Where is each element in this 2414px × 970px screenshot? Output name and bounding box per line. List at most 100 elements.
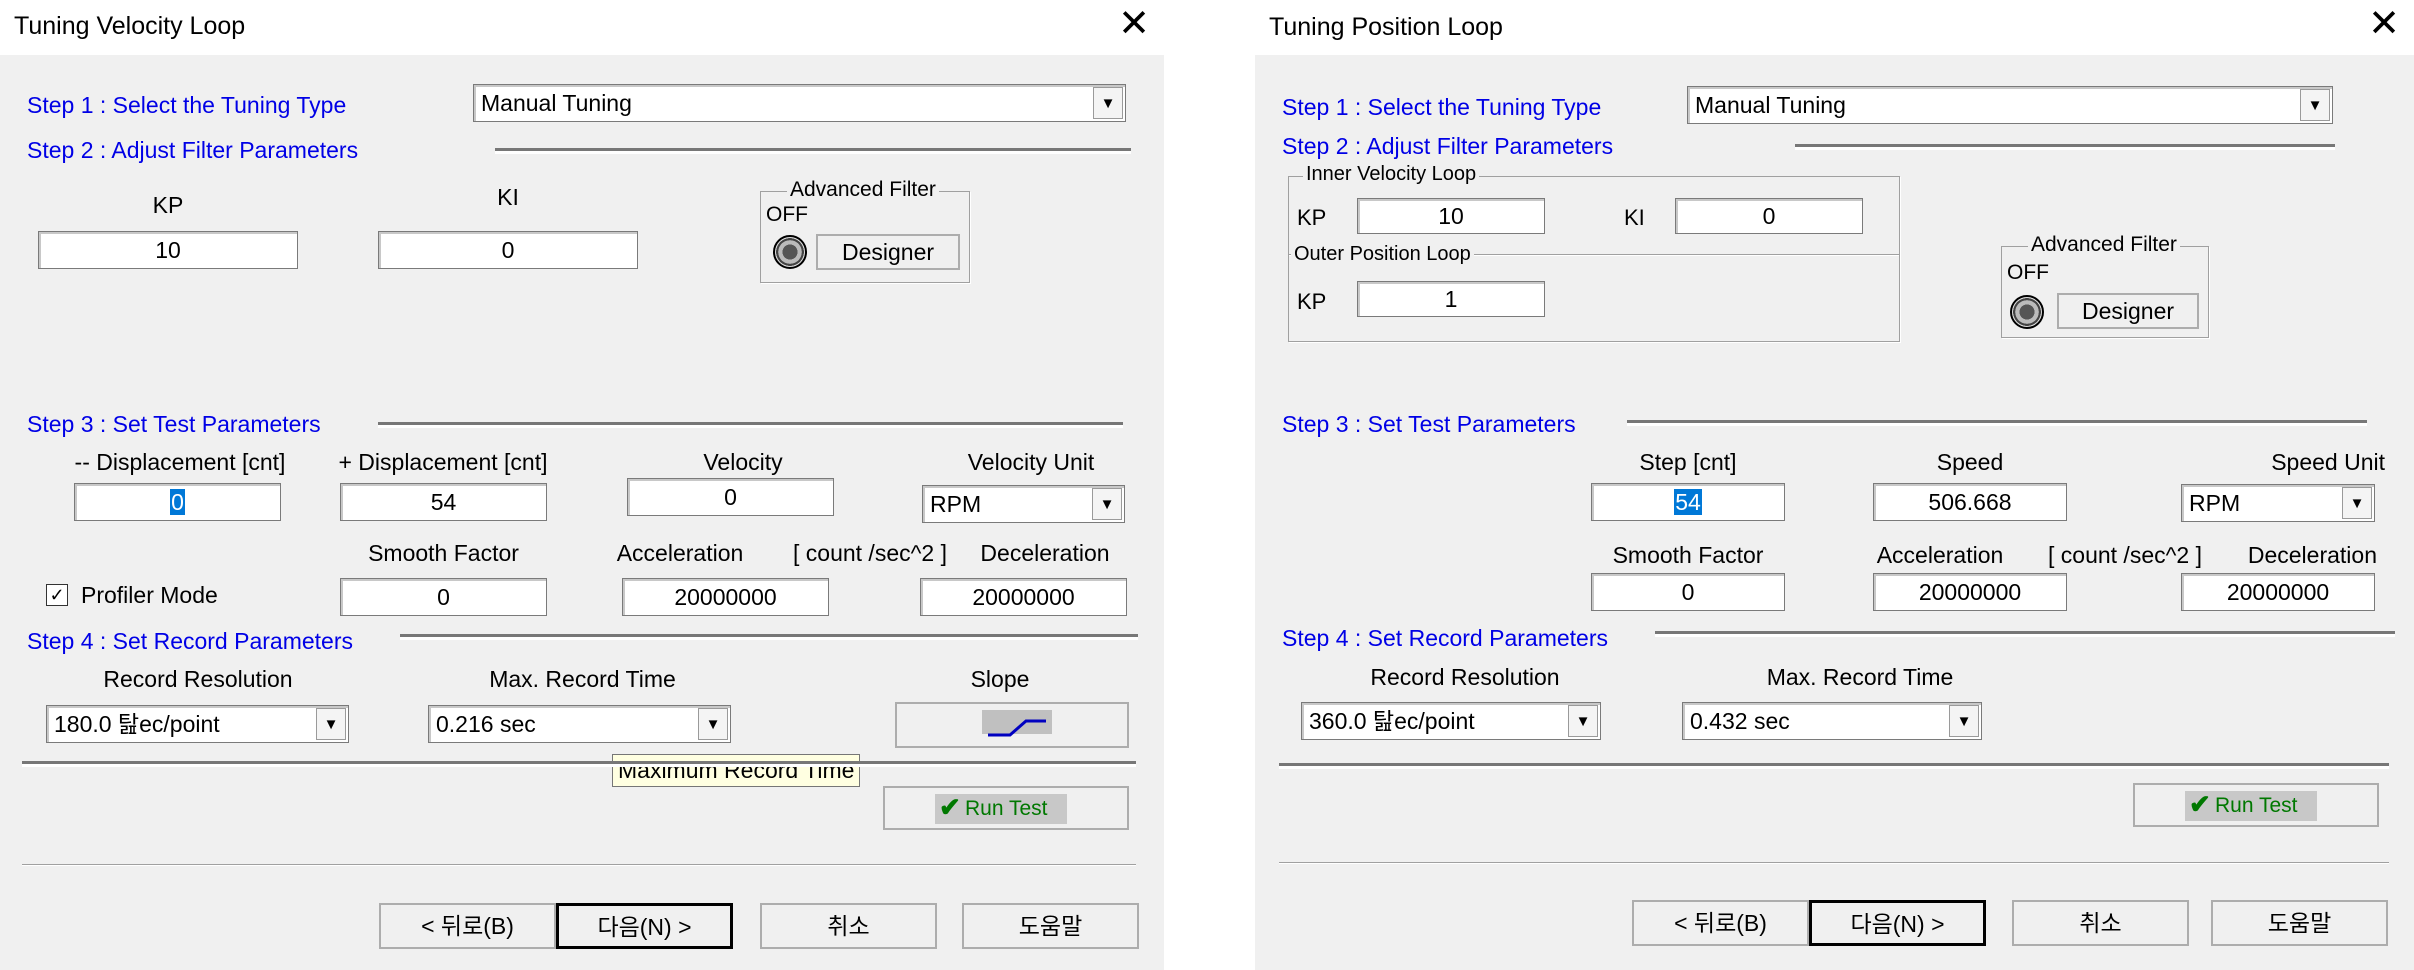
neg-displacement-label: -- Displacement [cnt] (74, 449, 286, 475)
close-icon[interactable]: ✕ (1118, 4, 1150, 44)
acceleration-input[interactable]: 20000000 (622, 578, 829, 616)
chevron-down-icon[interactable]: ▼ (316, 708, 346, 740)
max-record-time-label: Max. Record Time (1766, 664, 1954, 690)
ki-label: KI (497, 184, 519, 210)
step-cnt-value: 54 (1674, 489, 1702, 515)
tuning-type-value: Manual Tuning (481, 90, 632, 116)
checkmark-icon: ✔ (939, 792, 961, 822)
next-button[interactable]: 다음(N) > (556, 903, 733, 949)
deceleration-input[interactable]: 20000000 (2181, 573, 2375, 611)
title-bar: Tuning Position Loop ✕ (1255, 0, 2414, 55)
record-resolution-label: Record Resolution (1370, 664, 1560, 690)
help-button[interactable]: 도움말 (2211, 900, 2388, 946)
deceleration-label: Deceleration (980, 540, 1110, 566)
units-label: [ count /sec^2 ] (2048, 542, 2202, 568)
divider (1279, 763, 2389, 769)
led-indicator-icon (773, 235, 807, 269)
outer-kp-label: KP (1297, 289, 1327, 314)
deceleration-input[interactable]: 20000000 (920, 578, 1127, 616)
divider (22, 761, 1136, 767)
divider (22, 864, 1136, 866)
step4-label: Step 4 : Set Record Parameters (1282, 625, 1608, 651)
led-indicator-icon (2010, 295, 2044, 329)
divider (400, 634, 1138, 640)
step-cnt-label: Step [cnt] (1639, 449, 1737, 475)
step1-label: Step 1 : Select the Tuning Type (1282, 94, 1602, 120)
tooltip: Maximum Record Time (612, 754, 861, 787)
designer-button[interactable]: Designer (2057, 293, 2199, 329)
profiler-mode-label: Profiler Mode (81, 582, 218, 608)
velocity-unit-select[interactable]: RPM ▼ (922, 485, 1125, 523)
divider (1655, 631, 2395, 637)
background-gap (1164, 0, 1255, 970)
advanced-filter-title: Advanced Filter (787, 178, 939, 202)
chevron-down-icon[interactable]: ▼ (1093, 87, 1123, 119)
record-resolution-select[interactable]: 180.0 탎ec/point ▼ (46, 705, 349, 743)
acceleration-label: Acceleration (616, 540, 744, 566)
record-resolution-select[interactable]: 360.0 탎ec/point ▼ (1301, 702, 1601, 740)
dialog-title: Tuning Position Loop (1269, 13, 1503, 41)
chevron-down-icon[interactable]: ▼ (2342, 487, 2372, 519)
speed-input[interactable]: 506.668 (1873, 483, 2067, 521)
deceleration-label: Deceleration (2247, 542, 2377, 568)
inner-ki-input[interactable]: 0 (1675, 198, 1863, 234)
speed-label: Speed (1936, 449, 2004, 475)
divider (1279, 862, 2389, 864)
slope-button[interactable] (895, 702, 1129, 748)
velocity-label: Velocity (703, 449, 783, 475)
max-record-time-select[interactable]: 0.432 sec ▼ (1682, 702, 1982, 740)
cancel-button[interactable]: 취소 (760, 903, 937, 949)
cancel-button[interactable]: 취소 (2012, 900, 2189, 946)
units-label: [ count /sec^2 ] (793, 540, 947, 566)
chevron-down-icon[interactable]: ▼ (1092, 488, 1122, 520)
step1-label: Step 1 : Select the Tuning Type (27, 92, 347, 118)
chevron-down-icon[interactable]: ▼ (1949, 705, 1979, 737)
smooth-factor-input[interactable]: 0 (340, 578, 547, 616)
back-button[interactable]: < 뒤로(B) (379, 903, 556, 949)
tuning-type-select[interactable]: Manual Tuning ▼ (1687, 86, 2333, 124)
tuning-type-select[interactable]: Manual Tuning ▼ (473, 84, 1126, 122)
divider (1627, 420, 2367, 426)
outer-position-loop-title: Outer Position Loop (1291, 243, 1474, 266)
pos-displacement-input[interactable]: 54 (340, 483, 547, 521)
position-tuning-dialog: Tuning Position Loop ✕ Step 1 : Select t… (1255, 0, 2414, 970)
back-button[interactable]: < 뒤로(B) (1632, 900, 1809, 946)
smooth-factor-input[interactable]: 0 (1591, 573, 1785, 611)
run-test-button[interactable]: ✔ Run Test (2133, 783, 2379, 827)
kp-input[interactable]: 10 (38, 231, 298, 269)
checkmark-icon: ✔ (2189, 789, 2211, 819)
inner-kp-label: KP (1297, 205, 1327, 230)
title-bar: Tuning Velocity Loop ✕ (0, 0, 1164, 55)
step3-label: Step 3 : Set Test Parameters (1282, 411, 1576, 437)
neg-displacement-value: 0 (170, 489, 185, 515)
advanced-filter-state: OFF (766, 203, 808, 226)
speed-unit-select[interactable]: RPM ▼ (2181, 484, 2375, 522)
inner-kp-input[interactable]: 10 (1357, 198, 1545, 234)
help-button[interactable]: 도움말 (962, 903, 1139, 949)
inner-ki-label: KI (1624, 205, 1645, 230)
designer-button[interactable]: Designer (816, 234, 960, 270)
acceleration-input[interactable]: 20000000 (1873, 573, 2067, 611)
chevron-down-icon[interactable]: ▼ (1568, 705, 1598, 737)
run-test-label: Run Test (965, 797, 1048, 820)
run-test-label-box: ✔ Run Test (2185, 789, 2317, 821)
neg-displacement-input[interactable]: 0 (74, 483, 281, 521)
close-icon[interactable]: ✕ (2368, 4, 2400, 44)
advanced-filter-group: Advanced Filter OFF Designer (2001, 233, 2209, 338)
next-button[interactable]: 다음(N) > (1809, 900, 1986, 946)
step-cnt-input[interactable]: 54 (1591, 483, 1785, 521)
record-resolution-value: 360.0 탎ec/point (1309, 708, 1475, 734)
inner-velocity-loop-title: Inner Velocity Loop (1303, 163, 1480, 186)
ki-input[interactable]: 0 (378, 231, 638, 269)
acceleration-label: Acceleration (1876, 542, 2004, 568)
outer-kp-input[interactable]: 1 (1357, 281, 1545, 317)
max-record-time-select[interactable]: 0.216 sec ▼ (428, 705, 731, 743)
chevron-down-icon[interactable]: ▼ (698, 708, 728, 740)
run-test-button[interactable]: ✔ Run Test (883, 786, 1129, 830)
profiler-mode-checkbox[interactable]: ✓ (46, 584, 68, 606)
chevron-down-icon[interactable]: ▼ (2300, 89, 2330, 121)
run-test-label: Run Test (2215, 794, 2298, 817)
record-resolution-value: 180.0 탎ec/point (54, 711, 220, 737)
velocity-input[interactable]: 0 (627, 478, 834, 516)
max-record-time-label: Max. Record Time (489, 666, 676, 692)
